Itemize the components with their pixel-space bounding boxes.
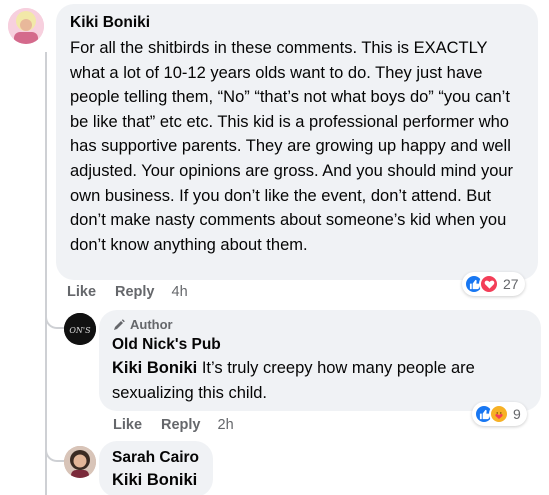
author-badge-label: Author	[130, 317, 173, 332]
mention-link[interactable]: Kiki Boniki	[112, 468, 200, 493]
reaction-summary[interactable]: 27	[462, 272, 525, 296]
reply-bubble: Sarah Cairo Kiki Boniki	[99, 441, 213, 495]
comment-text: Kiki Boniki It’s truly creepy how many p…	[112, 356, 528, 405]
comment-actions: Like Reply 2h	[113, 417, 234, 433]
comment-author[interactable]: Sarah Cairo	[112, 449, 200, 467]
care-reaction-icon	[489, 404, 509, 424]
thread-connector	[45, 305, 65, 329]
comment-author[interactable]: Kiki Boniki	[70, 14, 524, 32]
reaction-count: 9	[513, 406, 521, 422]
comment-actions: Like Reply 4h	[67, 284, 188, 300]
comment-text: For all the shitbirds in these comments.…	[70, 39, 514, 254]
love-reaction-icon	[479, 274, 499, 294]
svg-text:ON'S: ON'S	[69, 326, 91, 335]
reply-bubble: Author Old Nick's Pub Kiki Boniki It’s t…	[99, 310, 541, 411]
like-button[interactable]: Like	[113, 417, 142, 433]
avatar-old-nicks-pub[interactable]: ON'S	[64, 313, 96, 345]
reply-button[interactable]: Reply	[161, 417, 201, 433]
reaction-summary[interactable]: 9	[472, 402, 527, 426]
comment-bubble: Kiki Boniki For all the shitbirds in the…	[56, 4, 538, 280]
thread-line	[45, 52, 47, 495]
thread-connector	[45, 440, 65, 462]
mention-link[interactable]: Kiki Boniki	[112, 359, 197, 377]
comment-timestamp[interactable]: 2h	[218, 417, 234, 433]
reply-button[interactable]: Reply	[115, 284, 155, 300]
reaction-count: 27	[503, 276, 519, 292]
avatar-kiki-boniki[interactable]	[8, 8, 44, 44]
pencil-icon	[114, 318, 125, 330]
author-badge: Author	[112, 317, 528, 332]
comment-timestamp[interactable]: 4h	[172, 284, 188, 300]
like-button[interactable]: Like	[67, 284, 96, 300]
comment-author[interactable]: Old Nick's Pub	[112, 336, 528, 354]
avatar-sarah-cairo[interactable]	[64, 446, 96, 478]
